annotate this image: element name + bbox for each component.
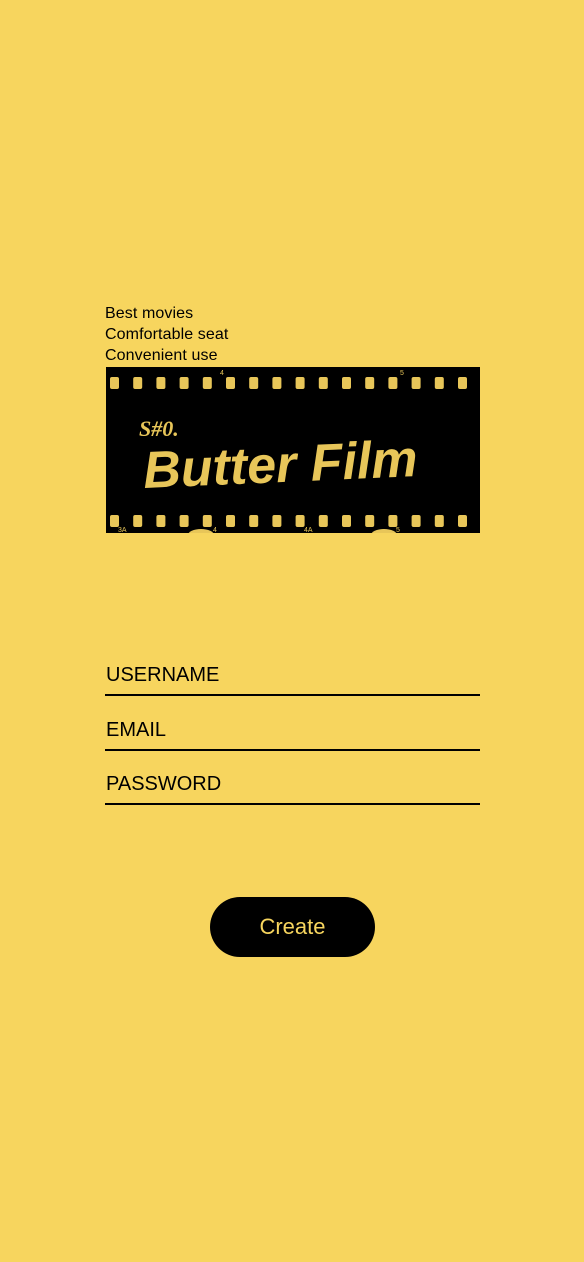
username-input[interactable] [105,657,480,696]
email-input[interactable] [105,711,480,751]
password-input[interactable] [105,766,480,805]
email-field-wrapper [105,711,480,767]
sprocket-hole [342,515,351,527]
tagline-convenient-use: Convenient use [105,347,218,364]
logo-title: Butter Film [142,430,419,500]
sprocket-hole [226,515,235,527]
sprocket-hole [249,377,259,389]
tagline-comfortable-seat: Comfortable seat [105,326,229,343]
sprocket-hole [458,515,467,527]
create-button[interactable]: Create [210,897,375,957]
sprocket-hole [156,515,166,527]
sprocket-hole [388,377,398,389]
sprocket-hole [434,377,444,389]
frame-number-bottom-1: 3A [118,527,127,533]
logo-kicker: S#0. [139,416,179,441]
butter-film-logo: 4 5 3A 4 4A 5 S#0. Butter Film [106,367,480,533]
sprocket-hole [365,377,375,389]
sprocket-hole [110,515,119,527]
sprocket-hole [133,377,143,389]
sprocket-hole [156,377,166,389]
sprocket-hole [202,377,212,389]
sprocket-hole [272,377,282,389]
frame-number-bottom-4: 5 [396,527,400,533]
taglines: Best movies Comfortable seat Convenient … [105,303,228,366]
sprocket-hole [365,515,375,527]
sprocket-hole [133,515,143,527]
sprocket-hole [179,515,189,527]
password-field-wrapper [105,766,480,821]
sprocket-hole [202,515,212,527]
sprocket-hole [110,377,119,389]
sprocket-hole [295,515,305,527]
sprocket-hole [388,515,398,527]
sprocket-hole [272,515,282,527]
frame-number-bottom-2: 4 [213,527,217,533]
sprocket-hole [249,515,259,527]
sprocket-hole [226,377,235,389]
sprocket-hole [318,377,328,389]
sprocket-hole [342,377,351,389]
frame-number-top-1: 4 [220,370,224,377]
frame-number-top-2: 5 [400,370,404,377]
tagline-best-movies: Best movies [105,305,194,322]
sprocket-hole [411,515,421,527]
sprocket-hole [295,377,305,389]
sprocket-hole [458,377,467,389]
sprocket-hole [434,515,444,527]
sprocket-hole [411,377,421,389]
film-strip-logo-icon: 4 5 3A 4 4A 5 S#0. Butter Film [106,367,480,533]
sprocket-hole [318,515,328,527]
signup-form [105,657,480,821]
frame-number-bottom-3: 4A [304,527,313,533]
sprocket-hole [179,377,189,389]
username-field-wrapper [105,657,480,712]
